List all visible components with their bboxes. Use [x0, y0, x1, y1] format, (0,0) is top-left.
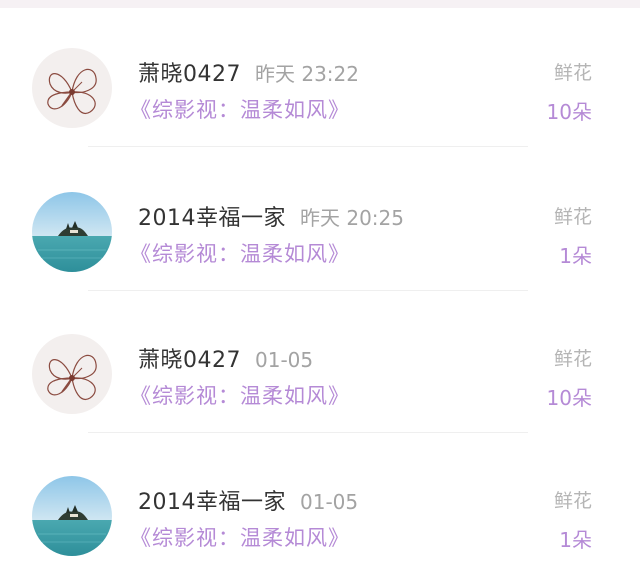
gift-record-row[interactable]: 2014幸福一家 01-05 《综影视：温柔如风》 鲜花 1朵: [0, 428, 640, 570]
show-title-link[interactable]: 《综影视：温柔如风》: [130, 94, 350, 124]
gift-count: 10朵: [546, 100, 592, 124]
island-avatar-icon[interactable]: [32, 476, 112, 556]
show-title-link[interactable]: 《综影视：温柔如风》: [130, 380, 350, 410]
island-avatar-icon[interactable]: [32, 192, 112, 272]
gift-count: 1朵: [559, 244, 592, 268]
gift-type-label: 鲜花: [553, 348, 592, 370]
gift-record-row[interactable]: 萧晓0427 昨天 23:22 《综影视：温柔如风》 鲜花 10朵: [0, 0, 640, 147]
name-line: 2014幸福一家 昨天 20:25: [138, 200, 404, 231]
gift-count: 10朵: [546, 386, 592, 410]
name-line: 萧晓0427 01-05: [138, 342, 314, 373]
username[interactable]: 萧晓0427: [138, 348, 241, 373]
name-line: 2014幸福一家 01-05: [138, 484, 359, 515]
flower-avatar-icon[interactable]: [32, 334, 112, 414]
gift-record-list: 萧晓0427 昨天 23:22 《综影视：温柔如风》 鲜花 10朵 2014幸福…: [0, 0, 640, 582]
name-line: 萧晓0427 昨天 23:22: [138, 56, 359, 87]
flower-avatar-icon[interactable]: [32, 48, 112, 128]
gift-type-label: 鲜花: [553, 62, 592, 84]
gift-type-label: 鲜花: [553, 206, 592, 228]
timestamp: 01-05: [300, 490, 359, 514]
gift-record-row[interactable]: 萧晓0427 01-05 《综影视：温柔如风》 鲜花 10朵: [0, 286, 640, 433]
username[interactable]: 2014幸福一家: [138, 490, 286, 515]
show-title-link[interactable]: 《综影视：温柔如风》: [130, 522, 350, 552]
username[interactable]: 萧晓0427: [138, 62, 241, 87]
timestamp: 昨天 20:25: [300, 206, 404, 230]
timestamp: 昨天 23:22: [255, 62, 359, 86]
gift-count: 1朵: [559, 528, 592, 552]
username[interactable]: 2014幸福一家: [138, 206, 286, 231]
gift-record-row[interactable]: 2014幸福一家 昨天 20:25 《综影视：温柔如风》 鲜花 1朵: [0, 144, 640, 291]
show-title-link[interactable]: 《综影视：温柔如风》: [130, 238, 350, 268]
gift-type-label: 鲜花: [553, 490, 592, 512]
timestamp: 01-05: [255, 348, 314, 372]
